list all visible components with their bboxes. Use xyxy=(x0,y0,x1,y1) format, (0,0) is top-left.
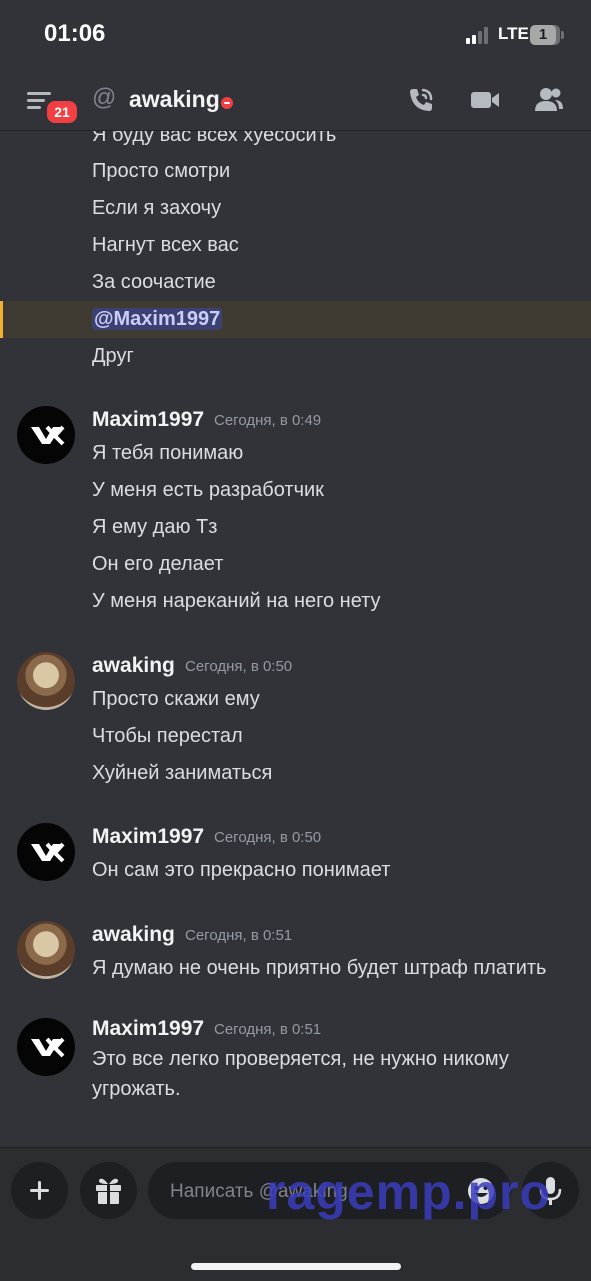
gift-icon xyxy=(96,1178,121,1204)
network-type: LTE xyxy=(498,24,529,43)
notification-badge: 21 xyxy=(44,98,80,126)
signal-icon xyxy=(466,26,492,44)
avatar[interactable] xyxy=(17,1018,75,1076)
home-indicator xyxy=(191,1263,401,1270)
message-author[interactable]: awaking xyxy=(92,654,175,678)
message-text: Нагнут всех вас xyxy=(92,234,239,256)
at-icon: @ xyxy=(92,84,117,111)
message-text: Чтобы перестал xyxy=(92,725,243,747)
message-text: У меня нареканий на него нету xyxy=(92,590,381,612)
message-text: Хуйней заниматься xyxy=(92,762,273,784)
message-text: Я буду вас всех хуесосить xyxy=(92,131,337,146)
status-time: 01:06 xyxy=(44,20,106,47)
vk-logo-avatar xyxy=(31,842,65,863)
photo-avatar[interactable] xyxy=(17,921,75,979)
photo-avatar[interactable] xyxy=(17,652,75,710)
chat-header: 21 @ awaking xyxy=(0,70,591,131)
message-text: У меня есть разработчик xyxy=(92,479,324,501)
message-timestamp: Сегодня, в 0:51 xyxy=(185,927,293,944)
message-text: @Maxim1997 xyxy=(92,305,223,333)
watermark: ragemp.pro xyxy=(266,1164,552,1220)
message-text: Он сам это прекрасно понимает xyxy=(92,859,391,881)
message-text: Он его делает xyxy=(92,553,224,575)
message-timestamp: Сегодня, в 0:49 xyxy=(214,412,322,429)
message-author[interactable]: Maxim1997 xyxy=(92,408,204,432)
message-text: угрожать. xyxy=(92,1078,181,1100)
video-call-button[interactable] xyxy=(469,84,501,116)
phone-call-icon xyxy=(410,88,433,111)
message-text: Это все легко проверяется, не нужно нико… xyxy=(92,1048,509,1070)
vk-logo-avatar xyxy=(31,425,65,446)
battery-level: 1 xyxy=(530,25,556,45)
message-list[interactable]: Я буду вас всех хуесосить Просто смотри … xyxy=(0,131,591,1147)
message-timestamp: Сегодня, в 0:51 xyxy=(214,1021,322,1038)
vk-logo-avatar xyxy=(31,1037,65,1058)
message-text: Просто смотри xyxy=(92,160,231,182)
message-text: Я тебя понимаю xyxy=(92,442,244,464)
battery-icon: 1 xyxy=(530,25,564,45)
video-camera-icon xyxy=(471,92,499,108)
message-author[interactable]: awaking xyxy=(92,923,175,947)
message-text: Просто скажи ему xyxy=(92,688,260,710)
message-author[interactable]: Maxim1997 xyxy=(92,1017,204,1041)
user-mention[interactable]: @Maxim1997 xyxy=(92,308,223,330)
dm-recipient-name[interactable]: awaking xyxy=(129,86,220,113)
avatar[interactable] xyxy=(17,823,75,881)
gift-button[interactable] xyxy=(80,1162,137,1219)
members-icon xyxy=(535,88,563,111)
message-timestamp: Сегодня, в 0:50 xyxy=(185,658,293,675)
message-text: Я думаю не очень приятно будет штраф пла… xyxy=(92,957,547,979)
members-button[interactable] xyxy=(533,84,565,116)
message-author[interactable]: Maxim1997 xyxy=(92,825,204,849)
dnd-status-icon xyxy=(221,97,233,109)
message-text: Друг xyxy=(92,345,134,367)
avatar[interactable] xyxy=(17,406,75,464)
message-text: Если я захочу xyxy=(92,197,222,219)
message-text: Я ему даю Тз xyxy=(92,516,218,538)
mention-highlight xyxy=(0,301,591,338)
message-timestamp: Сегодня, в 0:50 xyxy=(214,829,322,846)
status-bar: 01:06 LTE 1 xyxy=(0,0,591,70)
message-text: За соочастие xyxy=(92,271,216,293)
attach-button[interactable] xyxy=(11,1162,68,1219)
voice-call-button[interactable] xyxy=(405,84,437,116)
